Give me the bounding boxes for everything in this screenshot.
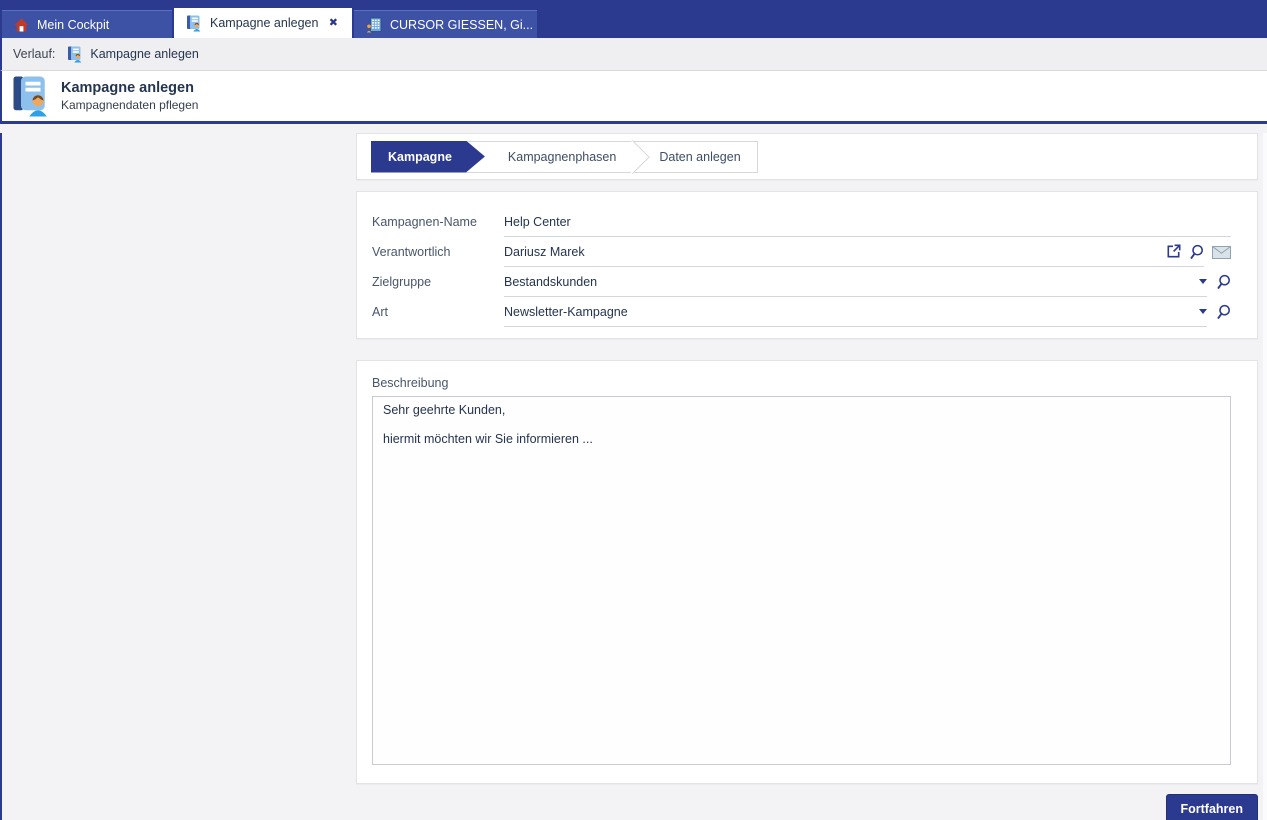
email-icon[interactable] bbox=[1212, 246, 1231, 259]
step-label: Daten anlegen bbox=[659, 150, 740, 164]
verantwortlich-input[interactable] bbox=[504, 245, 1160, 259]
dropdown-caret-icon[interactable] bbox=[1199, 309, 1207, 314]
description-panel: Beschreibung Sehr geehrte Kunden, hiermi… bbox=[356, 360, 1258, 784]
header-divider bbox=[0, 121, 1267, 124]
form-row-verantwortlich: Verantwortlich bbox=[372, 237, 1231, 267]
content-area: Kampagne Kampagnenphasen Daten anlegen K… bbox=[0, 133, 1267, 820]
wizard-step-daten-anlegen[interactable]: Daten anlegen bbox=[632, 141, 757, 173]
art-field bbox=[504, 298, 1207, 327]
tab-kampagne-anlegen[interactable]: Kampagne anlegen ✖ bbox=[174, 8, 352, 38]
field-label: Zielgruppe bbox=[372, 275, 504, 289]
wizard-panel: Kampagne Kampagnenphasen Daten anlegen bbox=[356, 133, 1258, 180]
verantwortlich-field bbox=[504, 238, 1204, 267]
tab-bar: Mein Cockpit Kampagne anlegen ✖ bbox=[0, 0, 1267, 38]
step-label: Kampagne bbox=[388, 150, 452, 164]
history-item-kampagne-anlegen[interactable]: Kampagne anlegen bbox=[67, 46, 198, 63]
description-label: Beschreibung bbox=[372, 376, 1231, 390]
description-textarea[interactable]: Sehr geehrte Kunden, hiermit möchten wir… bbox=[372, 396, 1231, 765]
home-icon bbox=[14, 18, 29, 32]
search-icon[interactable] bbox=[1188, 244, 1204, 260]
kampagnen-name-field bbox=[504, 208, 1231, 237]
zielgruppe-field bbox=[504, 268, 1207, 297]
continue-button[interactable]: Fortfahren bbox=[1166, 794, 1259, 820]
history-label: Verlauf: bbox=[13, 47, 55, 61]
field-inline-icons bbox=[1199, 309, 1207, 314]
step-label: Kampagnenphasen bbox=[508, 150, 616, 164]
form-row-art: Art bbox=[372, 297, 1231, 327]
zielgruppe-input[interactable] bbox=[504, 275, 1193, 289]
search-icon[interactable] bbox=[1215, 274, 1231, 290]
tab-mein-cockpit[interactable]: Mein Cockpit bbox=[2, 10, 172, 38]
close-icon[interactable]: ✖ bbox=[327, 16, 340, 31]
scrollbar-track[interactable] bbox=[1263, 133, 1267, 820]
wizard-steps: Kampagne Kampagnenphasen Daten anlegen bbox=[371, 141, 758, 173]
campaign-book-icon bbox=[11, 75, 51, 118]
open-record-icon[interactable] bbox=[1166, 244, 1181, 259]
history-item-label: Kampagne anlegen bbox=[90, 47, 198, 61]
field-label: Verantwortlich bbox=[372, 245, 504, 259]
campaign-book-icon bbox=[67, 46, 83, 63]
field-inline-icons bbox=[1166, 244, 1204, 260]
kampagnen-name-input[interactable] bbox=[504, 215, 1231, 229]
tab-label: Kampagne anlegen bbox=[210, 16, 318, 30]
campaign-book-icon bbox=[186, 15, 202, 32]
form-row-zielgruppe: Zielgruppe bbox=[372, 267, 1231, 297]
page-subtitle: Kampagnendaten pflegen bbox=[61, 98, 198, 112]
field-inline-icons bbox=[1199, 279, 1207, 284]
form-row-kampagnen-name: Kampagnen-Name bbox=[372, 207, 1231, 237]
campaign-form-panel: Kampagnen-Name Verantwortlich bbox=[356, 191, 1258, 339]
dropdown-caret-icon[interactable] bbox=[1199, 279, 1207, 284]
page-header: Kampagne anlegen Kampagnendaten pflegen bbox=[0, 71, 1267, 121]
art-input[interactable] bbox=[504, 305, 1193, 319]
tab-cursor-giessen[interactable]: CURSOR GIESSEN, Gi... ✖ bbox=[354, 10, 537, 38]
history-bar: Verlauf: Kampagne anlegen bbox=[0, 38, 1267, 71]
building-icon bbox=[366, 17, 382, 33]
field-label: Art bbox=[372, 305, 504, 319]
wizard-step-kampagne[interactable]: Kampagne bbox=[371, 141, 485, 173]
wizard-step-kampagnenphasen[interactable]: Kampagnenphasen bbox=[466, 141, 632, 173]
tab-label: CURSOR GIESSEN, Gi... bbox=[390, 18, 533, 32]
field-label: Kampagnen-Name bbox=[372, 215, 504, 229]
tab-label: Mein Cockpit bbox=[37, 18, 109, 32]
page-title: Kampagne anlegen bbox=[61, 80, 198, 97]
search-icon[interactable] bbox=[1215, 304, 1231, 320]
action-bar: Fortfahren bbox=[356, 794, 1258, 820]
